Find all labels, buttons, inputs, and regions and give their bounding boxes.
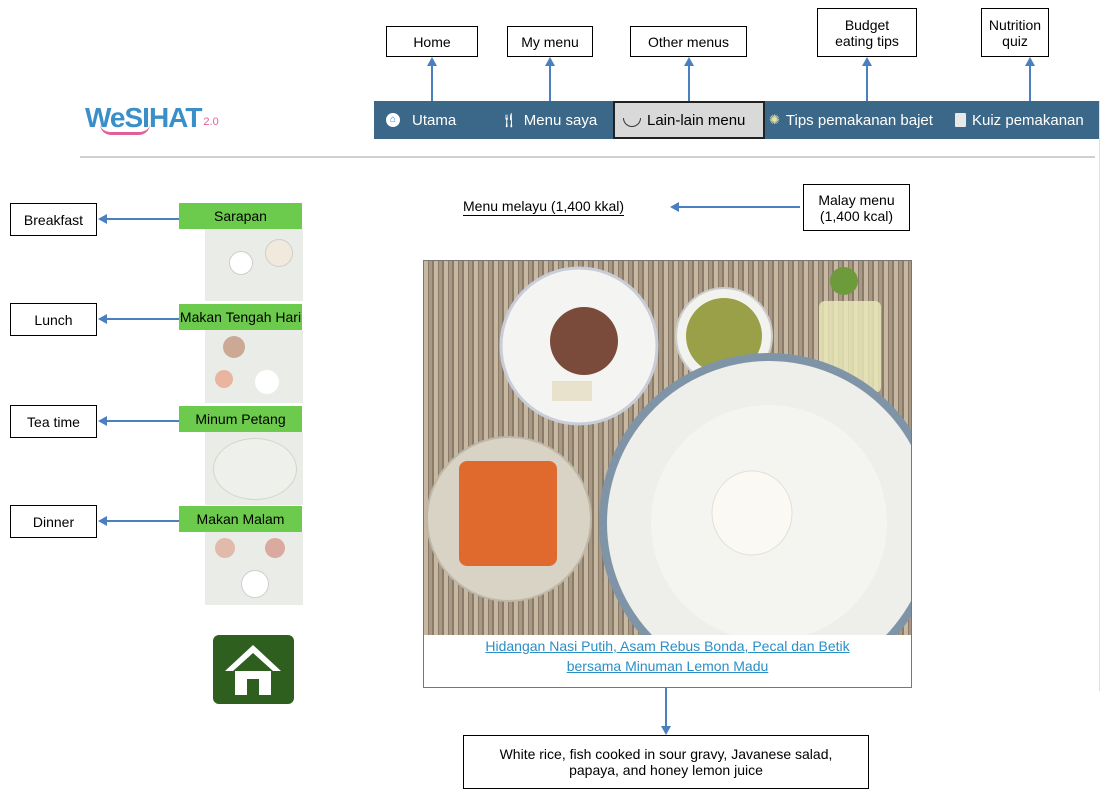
callout-dinner: Dinner (10, 505, 97, 538)
nav-my-menu[interactable]: 🍴︎ Menu saya (500, 101, 597, 139)
home-button[interactable] (213, 635, 294, 704)
right-edge-line (1099, 101, 1100, 691)
callout-other-menus: Other menus (630, 26, 747, 57)
document-icon (955, 113, 966, 127)
header-divider (80, 156, 1095, 158)
arrow-nutrition-quiz (1029, 65, 1031, 101)
callout-my-menu: My menu (507, 26, 593, 57)
logo-version: 2.0 (203, 116, 219, 128)
callout-home: Home (386, 26, 478, 57)
callout-lunch: Lunch (10, 303, 97, 336)
meal-dinner[interactable]: Makan Malam (179, 506, 302, 532)
meal-tea-time[interactable]: Minum Petang (179, 406, 302, 432)
nav-other-menus[interactable]: Lain-lain menu (613, 101, 765, 139)
menu-title: Menu melayu (1,400 kkal) (463, 198, 625, 216)
callout-caption: White rice, fish cooked in sour gravy, J… (463, 735, 869, 789)
arrowhead-tea-time (98, 416, 107, 426)
nav-budget-tips[interactable]: ✺ Tips pemakanan bajet (769, 101, 933, 139)
callout-budget-tips: Budget eating tips (817, 8, 917, 57)
menu-caption-line1[interactable]: Hidangan Nasi Putih, Asam Rebus Bonda, P… (485, 638, 849, 654)
tea-time-thumbnail[interactable] (205, 432, 303, 505)
food-photo (424, 261, 911, 635)
arrowhead-my-menu (545, 57, 555, 66)
nav-other-menus-label: Lain-lain menu (647, 111, 746, 129)
main-nav: ⌂ Utama 🍴︎ Menu saya Lain-lain menu ✺ Ti… (374, 101, 1099, 139)
arrowhead-budget-tips (862, 57, 872, 66)
callout-nutrition-quiz: Nutrition quiz (981, 8, 1049, 57)
meal-lunch[interactable]: Makan Tengah Hari (179, 304, 302, 330)
arrow-lunch (106, 318, 179, 320)
arrow-budget-tips (866, 65, 868, 101)
meal-breakfast[interactable]: Sarapan (179, 203, 302, 229)
nav-home[interactable]: ⌂ Utama (386, 101, 456, 139)
logo-smile (100, 124, 150, 135)
arrowhead-other-menus (684, 57, 694, 66)
callout-malay-menu: Malay menu (1,400 kcal) (803, 184, 910, 231)
arrow-other-menus (688, 65, 690, 101)
arrow-my-menu (549, 65, 551, 101)
bowl-icon (623, 117, 641, 127)
menu-caption-line2[interactable]: bersama Minuman Lemon Madu (567, 658, 769, 674)
nav-my-menu-label: Menu saya (523, 111, 598, 129)
menu-photo[interactable]: Hidangan Nasi Putih, Asam Rebus Bonda, P… (423, 260, 912, 688)
arrowhead-home (427, 57, 437, 66)
arrow-breakfast (106, 218, 179, 220)
home-icon (225, 645, 281, 695)
arrow-caption (665, 688, 667, 726)
arrowhead-nutrition-quiz (1025, 57, 1035, 66)
breakfast-thumbnail[interactable] (205, 229, 303, 301)
arrowhead-caption (661, 726, 671, 735)
arrow-home (431, 65, 433, 101)
nav-nutrition-quiz[interactable]: Kuiz pemakanan (955, 101, 1084, 139)
lunch-thumbnail[interactable] (205, 330, 303, 403)
arrowhead-dinner (98, 516, 107, 526)
arrow-menu-title (678, 206, 800, 208)
arrowhead-menu-title (670, 202, 679, 212)
menu-caption[interactable]: Hidangan Nasi Putih, Asam Rebus Bonda, P… (424, 636, 911, 676)
fork-knife-icon: 🍴︎ (500, 111, 518, 128)
arrowhead-breakfast (98, 214, 107, 224)
callout-tea-time: Tea time (10, 405, 97, 438)
home-icon: ⌂ (386, 113, 400, 127)
lightbulb-icon: ✺ (769, 112, 780, 127)
dinner-thumbnail[interactable] (205, 532, 303, 605)
arrow-dinner (106, 520, 179, 522)
callout-breakfast: Breakfast (10, 203, 97, 236)
nav-budget-tips-label: Tips pemakanan bajet (785, 111, 933, 129)
arrow-tea-time (106, 420, 179, 422)
nav-nutrition-quiz-label: Kuiz pemakanan (972, 111, 1084, 129)
arrowhead-lunch (98, 314, 107, 324)
nav-home-label: Utama (412, 111, 457, 129)
